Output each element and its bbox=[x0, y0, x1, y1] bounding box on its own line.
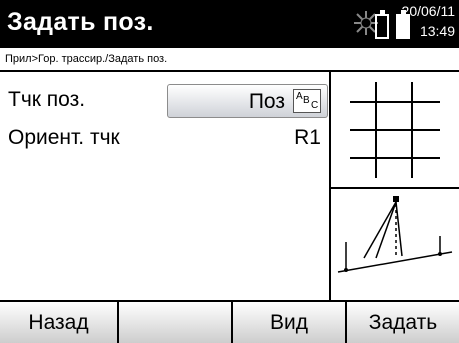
view-button[interactable]: Вид bbox=[233, 302, 347, 343]
title-bar: Задать поз. 20/06/11 13:49 bbox=[0, 0, 459, 48]
point-label: Тчк поз. bbox=[8, 88, 86, 111]
date-display: 20/06/11 bbox=[401, 3, 455, 19]
position-point-button[interactable]: Поз A B C bbox=[167, 84, 328, 118]
position-point-value: Поз bbox=[248, 90, 285, 113]
screen: Задать поз. 20/06/11 13:49 Прил>Гор. тра… bbox=[0, 0, 459, 343]
pane-divider-vertical bbox=[329, 72, 331, 300]
orientation-label: Ориент. тчк bbox=[8, 126, 120, 149]
battery-icon bbox=[375, 10, 389, 39]
softkey-bar: Назад Вид Задать bbox=[0, 300, 459, 343]
set-button[interactable]: Задать bbox=[347, 302, 459, 343]
pane-divider-horizontal bbox=[329, 187, 459, 189]
back-button[interactable]: Назад bbox=[0, 302, 119, 343]
grid-layout-icon bbox=[350, 82, 440, 178]
orientation-value[interactable]: R1 bbox=[294, 126, 321, 150]
page-title: Задать поз. bbox=[7, 8, 154, 36]
empty-softkey[interactable] bbox=[119, 302, 233, 343]
time-display: 13:49 bbox=[419, 23, 455, 39]
input-mode-abc-icon[interactable]: A B C bbox=[293, 89, 321, 113]
station-setup-icon bbox=[337, 196, 453, 273]
breadcrumb: Прил>Гор. трассир./Задать поз. bbox=[0, 48, 459, 72]
